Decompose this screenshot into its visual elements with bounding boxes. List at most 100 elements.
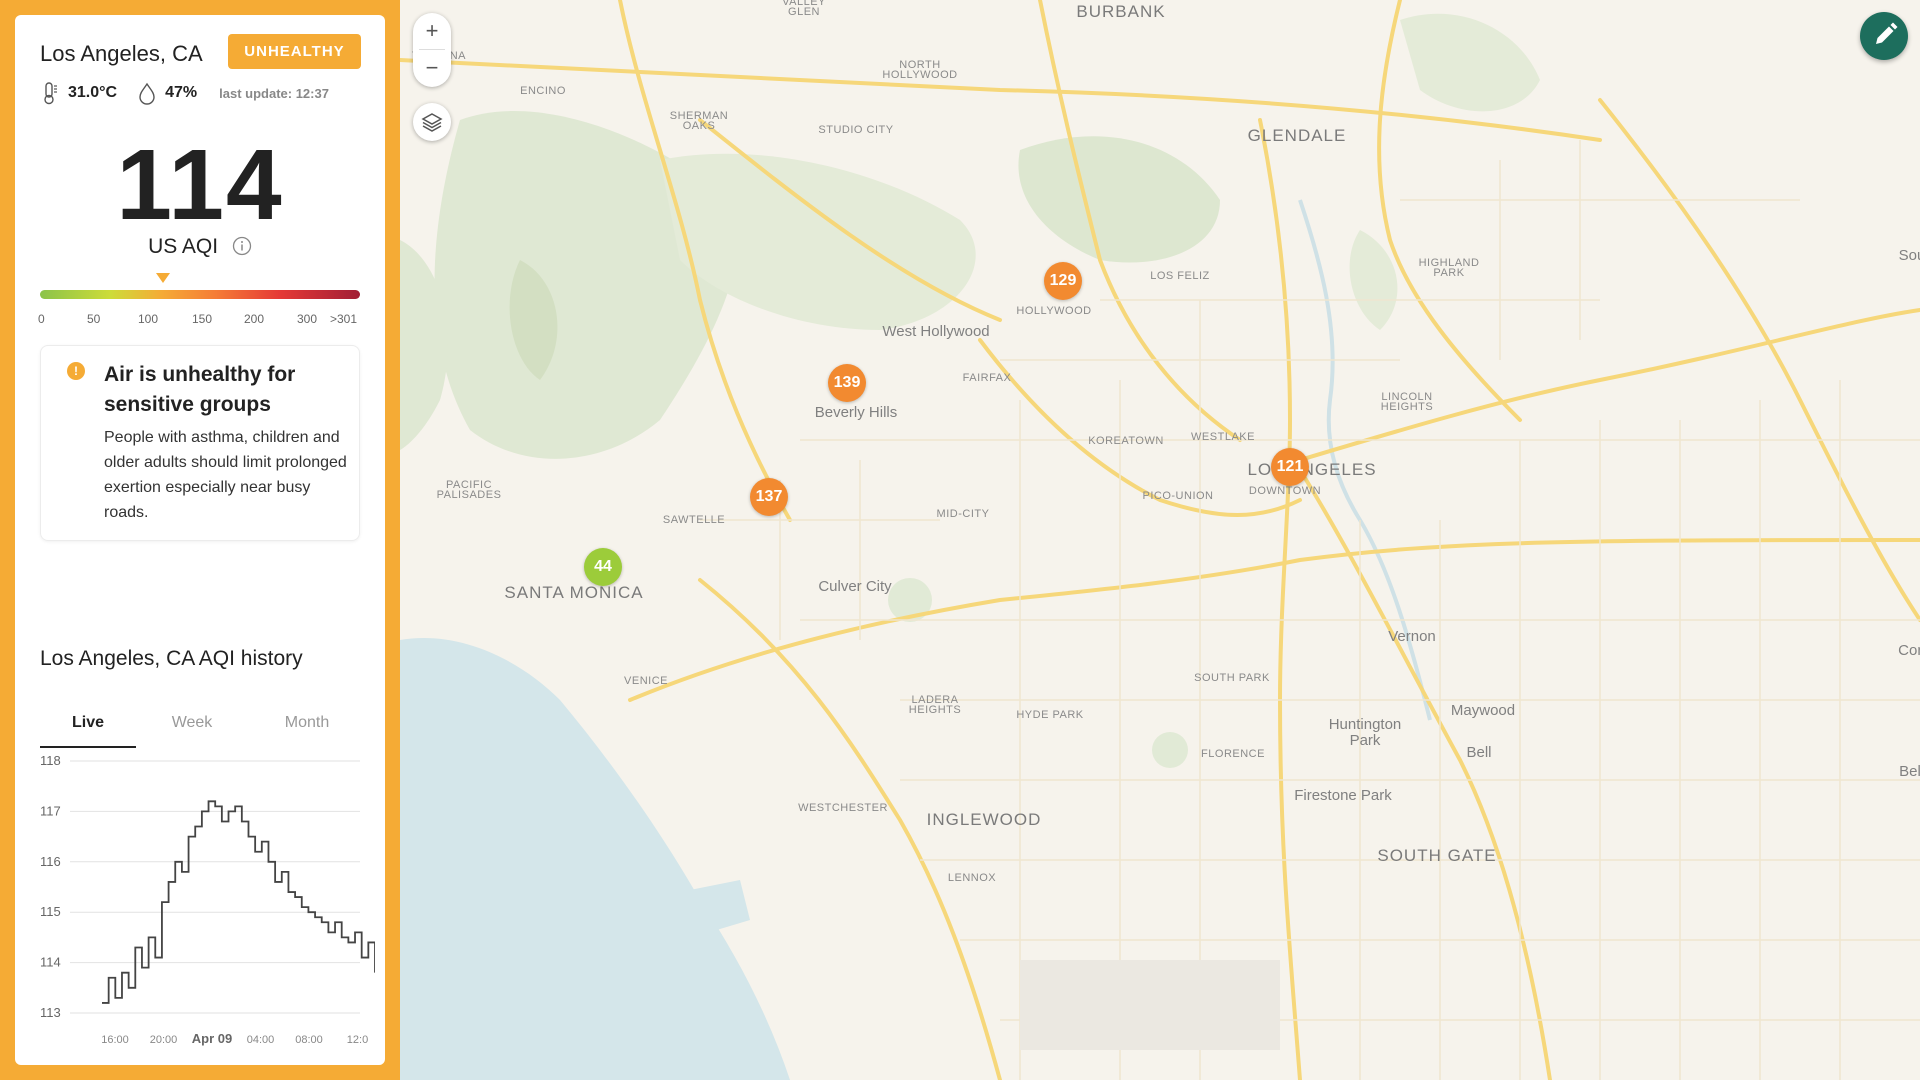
map-label: Beverly Hills (814, 404, 898, 421)
advice-body: People with asthma, children and older a… (104, 429, 347, 521)
map-label: SANTA MONICA (504, 583, 644, 602)
aqi-scale-bar (40, 290, 360, 299)
map-label: WESTLAKE (1191, 431, 1255, 443)
map-label: HYDE PARK (1016, 709, 1084, 721)
map-label: GLENDALE (1247, 126, 1347, 145)
map-label: SHERMAN OAKS (669, 110, 729, 132)
scale-marker-icon (156, 273, 170, 283)
chart-xtick-label: Apr 09 (192, 1031, 232, 1046)
sidebar: Los Angeles, CA UNHEALTHY 31.0°C 47% las… (0, 0, 400, 1080)
thermometer-icon (40, 81, 60, 105)
scale-tick: 100 (138, 312, 159, 326)
map-label: PICO-UNION (1142, 490, 1214, 502)
map[interactable]: BURBANKVALLEY GLENTARZANANORTH HOLLYWOOD… (400, 0, 1920, 1080)
map-label: WESTCHESTER (798, 802, 888, 814)
humidity-value: 47% (165, 84, 198, 101)
map-label: NORTH HOLLYWOOD (882, 59, 958, 81)
chart-ytick-label: 115 (40, 904, 61, 919)
aqi-station-marker[interactable]: 121 (1271, 448, 1309, 486)
layers-button[interactable] (413, 103, 451, 141)
map-label: LOS ANGELES (1247, 460, 1377, 479)
aqi-label: US AQI (15, 235, 385, 259)
map-label: Firestone Park (1294, 787, 1392, 804)
chart-xtick-label: 08:00 (295, 1034, 323, 1046)
aqi-history-chart: 113 114 115 116 117 118 16:00 20:00 Apr 09 04:00 0… (40, 753, 376, 1053)
map-label: Sou (1898, 247, 1920, 264)
zoom-out-button[interactable]: − (413, 50, 451, 86)
map-label: LENNOX (947, 872, 997, 884)
zoom-control: + − (413, 13, 451, 87)
map-label: FLORENCE (1201, 748, 1265, 760)
scale-tick: 300 (297, 312, 318, 326)
map-label: SOUTH PARK (1194, 672, 1270, 684)
aqi-scale-ticks: 0 50 100 150 200 300 >301 (38, 312, 370, 328)
aqi-station-marker[interactable]: 139 (828, 364, 866, 402)
chart-xtick-label: 20:00 (150, 1034, 178, 1046)
advice-title: Air is unhealthy for sensitive groups (104, 363, 296, 416)
map-label: Maywood (1450, 702, 1516, 719)
humidity-icon (137, 81, 157, 105)
temperature-value: 31.0°C (68, 84, 118, 101)
scale-tick: 0 (38, 312, 45, 326)
last-update: last update: 12:37 (219, 85, 329, 101)
map-label: Bel (1899, 763, 1920, 780)
city-title: Los Angeles, CA (40, 41, 203, 66)
map-label: HIGHLAND PARK (1418, 257, 1480, 279)
chart-ytick-label: 114 (40, 955, 61, 970)
map-label: LADERA HEIGHTS (908, 694, 962, 716)
aqi-station-marker[interactable]: 129 (1044, 262, 1082, 300)
chart-xtick-label: 04:00 (247, 1034, 275, 1046)
map-label: HOLLYWOOD (1016, 305, 1092, 317)
map-label: INGLEWOOD (926, 810, 1042, 829)
map-label: MID-CITY (936, 508, 990, 520)
warning-icon: ! (67, 362, 85, 380)
chart-xtick-label: 16:00 (101, 1034, 129, 1046)
aqi-value: 114 (116, 129, 284, 241)
aqi-station-marker[interactable]: 137 (750, 478, 788, 516)
map-label: LINCOLN HEIGHTS (1380, 391, 1434, 413)
status-badge: UNHEALTHY (228, 34, 361, 69)
chart-ytick-label: 113 (40, 1005, 61, 1020)
chart-series-line (102, 800, 376, 1004)
map-label: LOS FELIZ (1150, 270, 1210, 282)
chart-xtick-label: 12:0 (347, 1034, 368, 1046)
map-label: Com (1898, 642, 1920, 659)
map-label: FAIRFAX (962, 372, 1012, 384)
map-label: ENCINO (520, 85, 566, 97)
map-label: Vernon (1388, 628, 1436, 645)
map-label: VALLEY GLEN (782, 0, 826, 18)
edit-button[interactable] (1860, 12, 1908, 60)
map-label: SAWTELLE (662, 514, 726, 526)
history-tabs: Live Week Month (40, 700, 360, 748)
map-label: STUDIO CITY (818, 124, 894, 136)
scale-tick: 200 (244, 312, 265, 326)
weather-row: 31.0°C 47% last update: 12:37 (40, 81, 329, 105)
map-label: KOREATOWN (1088, 435, 1164, 447)
map-label: BURBANK (1076, 2, 1166, 21)
aqi-history-svg: 113 114 115 116 117 118 16:00 20:00 Apr 09 04:00 0… (40, 753, 376, 1046)
scale-tick: >301 (330, 312, 358, 326)
aqi-station-marker[interactable]: 44 (584, 548, 622, 586)
scale-tick: 150 (192, 312, 213, 326)
info-icon[interactable] (232, 236, 252, 256)
map-base (400, 0, 1920, 1080)
history-title: Los Angeles, CA AQI history (40, 647, 303, 670)
chart-ytick-label: 118 (40, 753, 61, 768)
tab-live[interactable]: Live (40, 700, 136, 748)
map-label: SOUTH GATE (1377, 846, 1497, 865)
map-label: Bell (1466, 744, 1492, 761)
scale-tick: 50 (87, 312, 101, 326)
map-label: Huntington Park (1328, 716, 1402, 749)
map-label: VENICE (624, 675, 668, 687)
health-advice-box: ! Air is unhealthy for sensitive groups … (40, 345, 360, 541)
chart-ytick-label: 117 (40, 803, 61, 818)
map-label: DOWNTOWN (1248, 485, 1322, 497)
tab-week[interactable]: Week (152, 700, 232, 746)
map-label: PACIFIC PALISADES (436, 479, 502, 501)
chart-ytick-label: 116 (40, 854, 61, 869)
map-label: West Hollywood (882, 323, 990, 340)
aqi-unit: US AQI (148, 235, 219, 258)
tab-month[interactable]: Month (262, 700, 352, 746)
zoom-in-button[interactable]: + (413, 13, 451, 49)
map-label: Culver City (818, 578, 892, 595)
